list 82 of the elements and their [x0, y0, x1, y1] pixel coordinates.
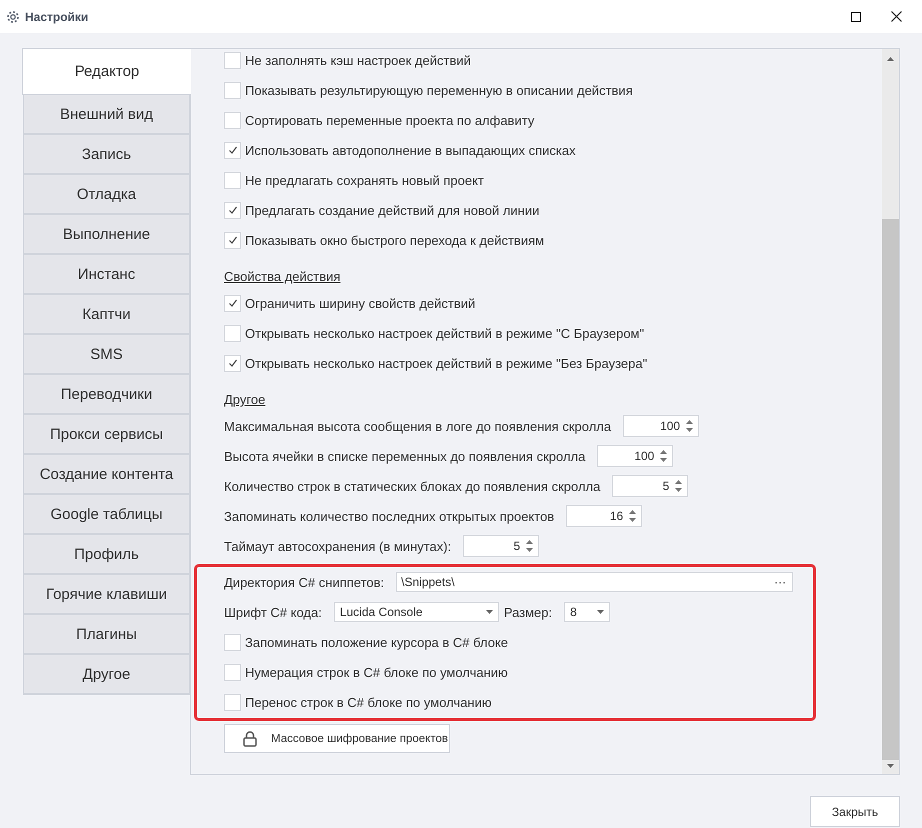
checkbox-label: Открывать несколько настроек действий в режиме "С Браузером": [245, 326, 644, 340]
settings-tab[interactable]: Выполнение: [23, 215, 190, 255]
checkbox-label: Нумерация строк в C# блоке по умолчанию: [245, 664, 508, 680]
checkbox-label: Открывать несколько настроек действий в режиме "Без Браузера": [245, 356, 648, 370]
scroll-down-icon[interactable]: [887, 764, 894, 768]
settings-tab[interactable]: Прокси сервисы: [23, 415, 190, 455]
field-label: Максимальная высота сообщения в логе до появления скролла: [224, 418, 612, 434]
maximize-icon: [851, 12, 861, 22]
font-dropdown[interactable]: Lucida Console: [334, 602, 499, 622]
section-heading: Свойства действия: [224, 269, 340, 284]
checkmark-icon: [228, 205, 238, 215]
checkbox-label: Запоминать положение курсора в C# блоке: [245, 634, 508, 650]
checkbox[interactable]: [224, 232, 241, 248]
spin-arrows-icon: [675, 479, 682, 493]
checkbox-label: Не предлагать сохранять новый проект: [245, 172, 484, 188]
field-label: Размер:: [504, 604, 552, 620]
number-spinner[interactable]: 5: [612, 475, 688, 497]
checkbox-label: Не заполнять кэш настроек действий: [245, 52, 471, 68]
checkbox-label: Показывать результирующую переменную в описании действия: [245, 82, 633, 98]
checkbox[interactable]: [224, 294, 241, 312]
settings-tab[interactable]: Запись: [23, 135, 190, 175]
checkbox-label: Перенос строк в C# блоке по умолчанию: [245, 694, 492, 710]
checkbox[interactable]: [224, 52, 241, 68]
lock-icon: [243, 730, 257, 746]
checkbox-label: Использовать автодополнение в выпадающих списках: [245, 142, 576, 158]
settings-tab[interactable]: SMS: [23, 335, 190, 375]
number-spinner[interactable]: 100: [623, 415, 700, 437]
checkbox[interactable]: [224, 694, 241, 710]
settings-tab[interactable]: Внешний вид: [23, 95, 190, 135]
checkbox[interactable]: [224, 664, 241, 680]
settings-tab[interactable]: Переводчики: [23, 375, 190, 415]
spin-arrows-icon: [629, 509, 636, 523]
spin-arrows-icon: [526, 539, 534, 553]
checkbox[interactable]: [224, 634, 241, 650]
settings-tab[interactable]: Плагины: [23, 615, 190, 655]
number-spinner[interactable]: 5: [463, 535, 540, 557]
checkbox-label: Сортировать переменные проекта по алфавиту: [245, 112, 534, 128]
dropdown-caret-icon: [486, 610, 493, 614]
close-icon: [890, 11, 902, 22]
field-label: Шрифт C# кода:: [224, 604, 322, 620]
settings-tab[interactable]: Инстанс: [23, 255, 190, 295]
checkbox[interactable]: [224, 82, 241, 98]
checkbox[interactable]: [224, 354, 241, 372]
scrollbar-thumb[interactable]: [882, 219, 899, 760]
settings-tab[interactable]: Редактор: [22, 48, 191, 95]
scroll-up-icon[interactable]: [887, 57, 894, 61]
section-heading: Другое: [224, 392, 266, 407]
path-field[interactable]: \Snippets\ ···: [396, 572, 794, 592]
settings-tab[interactable]: Google таблицы: [23, 495, 190, 535]
gear-icon: [6, 10, 20, 24]
checkbox[interactable]: [224, 112, 241, 128]
checkmark-icon: [228, 298, 238, 308]
field-label: Количество строк в статических блоках до появления скролла: [224, 478, 600, 494]
number-spinner[interactable]: 16: [566, 505, 642, 527]
encrypt-button[interactable]: Массовое шифрование проектов: [224, 724, 450, 753]
window-title: Настройки: [25, 10, 90, 24]
settings-tab[interactable]: Отладка: [23, 175, 190, 215]
checkbox[interactable]: [224, 172, 241, 188]
checkmark-icon: [228, 358, 238, 368]
field-label: Таймаут автосохранения (в минутах):: [224, 538, 452, 554]
checkmark-icon: [228, 235, 238, 245]
checkbox[interactable]: [224, 202, 241, 218]
field-label: Запоминать количество последних открытых проектов: [224, 508, 554, 524]
field-label: Высота ячейки в списке переменных до появления скролла: [224, 448, 586, 464]
number-spinner[interactable]: 100: [597, 445, 674, 467]
spin-arrows-icon: [686, 419, 694, 433]
checkbox[interactable]: [224, 324, 241, 342]
settings-tab[interactable]: Каптчи: [23, 295, 190, 335]
checkbox-label: Показывать окно быстрого перехода к действиям: [245, 232, 544, 248]
field-label: Директория C# сниппетов:: [224, 574, 384, 590]
checkbox[interactable]: [224, 142, 241, 158]
settings-tab[interactable]: Горячие клавиши: [23, 575, 190, 615]
checkbox-label: Предлагать создание действий для новой линии: [245, 202, 540, 218]
settings-tab[interactable]: Профиль: [23, 535, 190, 575]
size-dropdown[interactable]: 8: [564, 602, 610, 622]
spin-arrows-icon: [660, 449, 668, 463]
checkbox-label: Ограничить ширину свойств действий: [245, 296, 476, 310]
close-dialog-button[interactable]: Закрыть: [810, 796, 900, 827]
settings-tab[interactable]: Другое: [23, 655, 190, 695]
checkmark-icon: [228, 145, 238, 155]
dropdown-caret-icon: [597, 610, 604, 614]
settings-tab[interactable]: Создание контента: [23, 455, 190, 495]
